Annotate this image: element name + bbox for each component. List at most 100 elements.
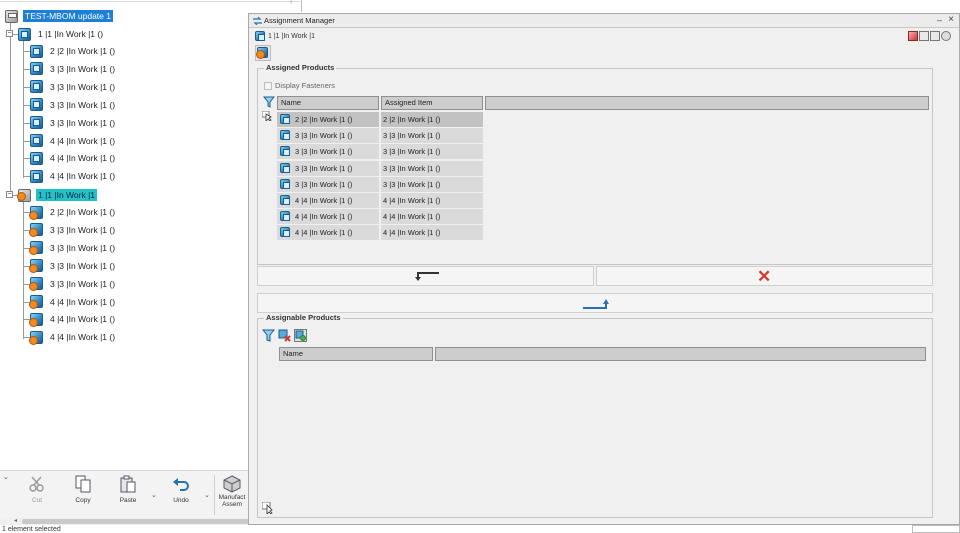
tree-node[interactable]: 2 |2 |In Work |1 () (30, 43, 117, 59)
paste-button[interactable]: Paste (108, 475, 148, 504)
panel-title: Assignment Manager (264, 16, 335, 25)
table-row[interactable]: 3 |3 |In Work |1 () 3 |3 |In Work |1 () (277, 160, 485, 176)
assigned-item-cell[interactable]: 2 |2 |In Work |1 () (381, 112, 483, 127)
table-row[interactable]: 3 |3 |In Work |1 () 3 |3 |In Work |1 () (277, 176, 485, 192)
assigned-products-group: Assigned Products Display Fasteners Name… (257, 63, 933, 265)
tree-node-label: 4 |4 |In Work |1 () (50, 296, 116, 307)
tree-node[interactable]: 1 |1 |In Work |1 (17, 187, 98, 203)
tree-node[interactable]: 3 |3 |In Work |1 () (29, 258, 117, 274)
tree-node[interactable]: 3 |3 |In Work |1 () (29, 276, 117, 292)
tree-node[interactable]: 4 |4 |In Work |1 () (29, 329, 117, 345)
panel-divider[interactable] (301, 0, 302, 12)
name-cell[interactable]: 3 |3 |In Work |1 () (277, 160, 379, 176)
table-row[interactable]: 3 |3 |In Work |1 () 3 |3 |In Work |1 () (277, 128, 485, 144)
column-header-name[interactable]: Name (277, 96, 379, 110)
display-fasteners-checkbox[interactable]: Display Fasteners (264, 81, 335, 90)
tree-node-label: 4 |4 |In Work |1 () (50, 332, 116, 343)
tree-root-node[interactable]: TEST-MBOM update 1 (5, 8, 113, 24)
assign-arrow-icon (583, 299, 609, 309)
copy-button[interactable]: Copy (63, 475, 103, 504)
column-header-assigned-item[interactable]: Assigned Item (381, 96, 483, 110)
assignment-icon (253, 17, 262, 25)
name-cell[interactable]: 4 |4 |In Work |1 () (277, 192, 379, 208)
panel-titlebar[interactable]: Assignment Manager – × (249, 14, 959, 28)
tree-node[interactable]: 3 |3 |In Work |1 () (30, 79, 117, 95)
tree-top-border (0, 0, 300, 2)
undo-button[interactable]: Undo (161, 475, 201, 504)
collapse-arrow-icon[interactable]: ‹ (290, 0, 298, 6)
tree-line (23, 176, 30, 178)
name-cell[interactable]: 2 |2 |In Work |1 () (277, 112, 379, 127)
tree-node-label: 3 |3 |In Work |1 () (50, 81, 116, 92)
tree-node[interactable]: 4 |4 |In Work |1 () (30, 168, 117, 184)
table-row[interactable]: 3 |3 |In Work |1 () 3 |3 |In Work |1 () (277, 144, 485, 160)
column-header-empty[interactable] (485, 96, 929, 110)
search-products-icon[interactable] (294, 329, 307, 342)
tree-node[interactable]: 3 |3 |In Work |1 () (30, 115, 117, 131)
undo-dropdown-icon[interactable]: ⌄ (204, 491, 210, 499)
column-header-name[interactable]: Name (279, 347, 433, 361)
table-row[interactable]: 4 |4 |In Work |1 () 4 |4 |In Work |1 () (277, 209, 485, 225)
tree-node-label: 4 |4 |In Work |1 () (50, 135, 116, 146)
scroll-left-icon[interactable]: ◂ (14, 517, 17, 524)
window-icon[interactable] (919, 31, 929, 41)
assigned-item-cell[interactable]: 3 |3 |In Work |1 () (381, 176, 483, 192)
assigned-item-cell[interactable]: 4 |4 |In Work |1 () (381, 209, 483, 225)
assigned-item-cell[interactable]: 3 |3 |In Work |1 () (381, 144, 483, 160)
tree-node[interactable]: 4 |4 |In Work |1 () (30, 150, 117, 166)
assigned-item-cell[interactable]: 3 |3 |In Work |1 () (381, 128, 483, 144)
tree-node[interactable]: 3 |3 |In Work |1 () (29, 240, 117, 256)
minimize-icon[interactable]: – (937, 15, 942, 25)
tree-node[interactable]: 3 |3 |In Work |1 () (29, 222, 117, 238)
command-input[interactable] (912, 525, 960, 533)
horizontal-scrollbar[interactable]: ◂ (0, 518, 252, 525)
assign-button[interactable] (257, 293, 933, 313)
undo-label: Undo (173, 497, 189, 504)
close-icon[interactable]: × (948, 14, 954, 25)
table-row[interactable]: 4 |4 |In Work |1 () 4 |4 |In Work |1 () (277, 192, 485, 208)
clear-filter-icon[interactable] (278, 329, 291, 342)
scrollbar-thumb[interactable] (22, 519, 252, 524)
cut-button[interactable]: Cut (17, 475, 57, 504)
tree-node[interactable]: 4 |4 |In Work |1 () (30, 133, 117, 149)
column-header-empty[interactable] (435, 347, 926, 361)
name-cell[interactable]: 3 |3 |In Work |1 () (277, 144, 379, 160)
collapse-node-icon[interactable]: − (6, 191, 13, 198)
checkbox-box[interactable] (264, 81, 272, 90)
name-cell[interactable]: 4 |4 |In Work |1 () (277, 209, 379, 225)
tree-node[interactable]: 2 |2 |In Work |1 () (29, 204, 117, 220)
paste-dropdown-icon[interactable]: ⌄ (151, 491, 157, 499)
table-row[interactable]: 2 |2 |In Work |1 () 2 |2 |In Work |1 () (277, 112, 485, 127)
tree-node[interactable]: 4 |4 |In Work |1 () (29, 311, 117, 327)
name-cell[interactable]: 4 |4 |In Work |1 () (277, 225, 379, 241)
delete-x-icon: ✕ (757, 267, 772, 286)
assigned-item-cell[interactable]: 4 |4 |In Work |1 () (381, 192, 483, 208)
filter-icon[interactable] (262, 329, 275, 342)
tree-node[interactable]: 3 |3 |In Work |1 () (30, 61, 117, 77)
tree-node[interactable]: 4 |4 |In Work |1 () (29, 294, 117, 310)
tree-node[interactable]: 3 |3 |In Work |1 () (30, 97, 117, 113)
assigned-item-cell[interactable]: 3 |3 |In Work |1 () (381, 160, 483, 176)
tree-node-label: TEST-MBOM update 1 (23, 10, 113, 22)
cube-icon (18, 27, 31, 41)
manufacturing-assembly-button[interactable]: Manufact Assem (212, 475, 252, 508)
collapse-node-icon[interactable]: − (6, 30, 13, 37)
tree-node[interactable]: 1 |1 |In Work |1 () (18, 26, 105, 42)
clear-icon[interactable] (908, 31, 918, 41)
remove-assignment-button[interactable] (257, 266, 594, 286)
tree-node-label: 3 |3 |In Work |1 () (50, 117, 116, 128)
filter-icon[interactable] (263, 96, 275, 108)
assigned-item-cell[interactable]: 4 |4 |In Work |1 () (381, 225, 483, 241)
remove-all-button[interactable]: ✕ (596, 266, 933, 286)
paste-label: Paste (119, 497, 137, 504)
part-orange-icon (29, 277, 43, 292)
tree-node-label: 3 |3 |In Work |1 () (50, 99, 116, 110)
table-row[interactable]: 4 |4 |In Work |1 () 4 |4 |In Work |1 () (277, 225, 485, 241)
name-cell[interactable]: 3 |3 |In Work |1 () (277, 176, 379, 192)
mode-tab[interactable] (255, 45, 271, 61)
toolbar-dropdown-icon[interactable]: ⌄ (3, 473, 9, 481)
name-text: 4 |4 |In Work |1 () (295, 228, 353, 238)
window-alt-icon[interactable] (930, 31, 940, 41)
settings-icon[interactable] (941, 31, 951, 41)
name-cell[interactable]: 3 |3 |In Work |1 () (277, 128, 379, 144)
